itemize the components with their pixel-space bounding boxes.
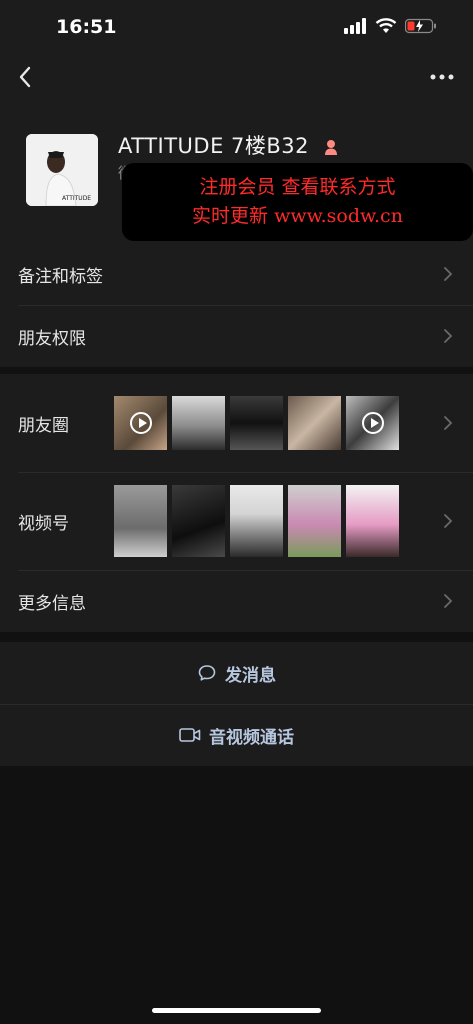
settings-group: 备注和标签 朋友权限 bbox=[0, 243, 473, 367]
action-group: 发消息 音视频通话 bbox=[0, 642, 473, 766]
row-label: 朋友权限 bbox=[18, 328, 86, 349]
nav-bar bbox=[0, 56, 473, 100]
moments-thumb bbox=[230, 396, 283, 450]
video-call-label: 音视频通话 bbox=[209, 727, 294, 748]
video-call-button[interactable]: 音视频通话 bbox=[0, 704, 473, 766]
row-label: 更多信息 bbox=[18, 593, 86, 614]
send-message-button[interactable]: 发消息 bbox=[0, 642, 473, 704]
row-channels[interactable]: 视频号 bbox=[0, 472, 473, 570]
profile-header: ATTITUDE ATTITUDE 7楼B32 微 注册会员 查看联系方式 实时… bbox=[0, 100, 473, 243]
channels-thumb bbox=[346, 485, 399, 557]
avatar-logo-text: ATTITUDE bbox=[62, 195, 91, 202]
row-more-info[interactable]: 更多信息 bbox=[0, 570, 473, 632]
chat-bubble-icon bbox=[198, 665, 216, 681]
row-label: 视频号 bbox=[18, 513, 69, 534]
channels-thumb bbox=[230, 485, 283, 557]
status-bar: 16:51 bbox=[0, 0, 473, 56]
more-icon[interactable] bbox=[429, 70, 455, 84]
chevron-right-icon bbox=[444, 594, 453, 608]
chevron-right-icon bbox=[444, 416, 453, 430]
moments-thumb bbox=[288, 396, 341, 450]
chevron-right-icon bbox=[444, 329, 453, 343]
home-indicator[interactable] bbox=[152, 1008, 321, 1013]
content-group: 朋友圈 视频号 更多信息 bbox=[0, 374, 473, 632]
battery-charging-icon bbox=[405, 18, 436, 34]
row-label: 朋友圈 bbox=[18, 415, 69, 436]
row-friend-permissions[interactable]: 朋友权限 bbox=[0, 305, 473, 367]
status-time: 16:51 bbox=[56, 16, 117, 38]
channels-thumb bbox=[114, 485, 167, 557]
channels-thumbnails bbox=[114, 485, 399, 557]
back-icon[interactable] bbox=[14, 64, 38, 90]
video-camera-icon bbox=[179, 728, 201, 742]
moments-thumb bbox=[346, 396, 399, 450]
avatar-image: ATTITUDE bbox=[26, 134, 98, 206]
row-moments[interactable]: 朋友圈 bbox=[0, 374, 473, 472]
status-icons bbox=[343, 18, 437, 34]
wifi-icon bbox=[375, 18, 397, 33]
chevron-right-icon bbox=[444, 267, 453, 281]
avatar[interactable]: ATTITUDE bbox=[26, 134, 98, 206]
moments-thumb bbox=[172, 396, 225, 450]
channels-thumb bbox=[172, 485, 225, 557]
send-message-label: 发消息 bbox=[225, 665, 276, 686]
overlay-ad-banner: 注册会员 查看联系方式 实时更新 www.sodw.cn bbox=[122, 163, 473, 241]
profile-name-text: ATTITUDE 7楼B32 bbox=[118, 134, 310, 158]
ad-line-2: 实时更新 www.sodw.cn bbox=[192, 205, 403, 227]
female-icon bbox=[325, 140, 338, 155]
chevron-right-icon bbox=[444, 514, 453, 528]
signal-icon bbox=[344, 18, 366, 34]
moments-thumb bbox=[114, 396, 167, 450]
profile-name: ATTITUDE 7楼B32 bbox=[118, 130, 340, 160]
row-label: 备注和标签 bbox=[18, 266, 103, 287]
ad-line-1: 注册会员 查看联系方式 bbox=[199, 176, 396, 198]
row-remark-tags[interactable]: 备注和标签 bbox=[0, 243, 473, 305]
play-icon bbox=[361, 412, 384, 434]
play-icon bbox=[129, 412, 152, 434]
channels-thumb bbox=[288, 485, 341, 557]
moments-thumbnails bbox=[114, 396, 399, 450]
